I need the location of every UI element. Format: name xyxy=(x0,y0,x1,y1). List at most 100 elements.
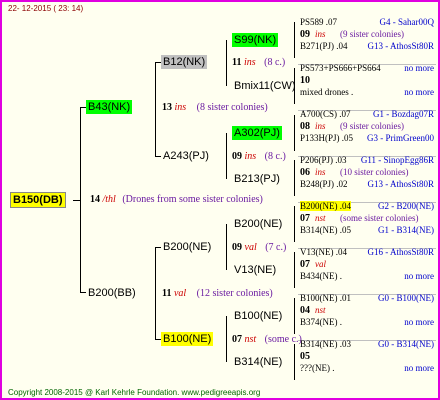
gen4-code: nst xyxy=(315,305,326,315)
line xyxy=(294,344,295,380)
gen4-dam-line[interactable]: mixed drones . xyxy=(300,87,353,97)
gen4-num: 04 xyxy=(300,305,310,316)
gen2-c-num: 09 xyxy=(232,242,242,253)
gen1-top-desc: (8 sister colonies) xyxy=(196,102,268,113)
gen4-dam-group: no more xyxy=(404,271,434,281)
gen4-sire-line[interactable]: B314(NE) .03 xyxy=(300,339,351,349)
footer-copyright: Copyright 2008-2015 @ Karl Kehrle Founda… xyxy=(8,388,261,397)
gen3-b1-id[interactable]: A302(PJ) xyxy=(232,126,282,140)
gen1-top-id[interactable]: B43(NK) xyxy=(86,100,133,114)
gen4-sire-line[interactable]: B200(NE) .04 xyxy=(300,201,351,211)
gen4-num: 10 xyxy=(300,75,310,86)
gen4-sire-line[interactable]: V13(NE) .04 xyxy=(300,247,347,257)
line xyxy=(294,22,295,58)
gen3-d2-id[interactable]: B314(NE) xyxy=(232,355,284,369)
gen3-b2-id[interactable]: B213(PJ) xyxy=(232,172,282,186)
gen2-c-id[interactable]: B200(NE) xyxy=(161,240,213,254)
date-stamp: 22- 12-2015 ( 23: 14) xyxy=(8,4,84,13)
gen4-sire-group: G16 - AthosSt80R xyxy=(367,247,434,257)
gen2-d-id[interactable]: B100(NE) xyxy=(161,332,214,346)
gen1-bottom-code: val xyxy=(173,288,187,299)
line xyxy=(294,160,295,196)
gen4-sire-line[interactable]: PS573+PS666+PS664 xyxy=(300,63,381,73)
gen4-dam-line[interactable]: B314(NE) .05 xyxy=(300,225,351,235)
gen4-sire-line[interactable]: A700(CS) .07 xyxy=(300,109,351,119)
gen4-sire-line[interactable]: PS589 .07 xyxy=(300,17,337,27)
line xyxy=(155,62,156,156)
gen1-bottom-id[interactable]: B200(BB) xyxy=(86,286,138,300)
line xyxy=(155,247,156,339)
line xyxy=(226,40,227,86)
line xyxy=(226,133,227,179)
gen4-dam-group: G1 - B314(NE) xyxy=(378,225,434,235)
gen4-sire-group: G0 - B314(NE) xyxy=(378,339,434,349)
line xyxy=(226,316,227,362)
gen2-a-id[interactable]: B12(NK) xyxy=(161,55,208,69)
gen4-code: ins xyxy=(315,121,326,131)
gen3-c2-id[interactable]: V13(NE) xyxy=(232,263,278,277)
gen2-b-info: 09 ins (8 c.) xyxy=(232,151,286,162)
gen3-a2-id[interactable]: Bmix11(CW) xyxy=(232,79,298,93)
gen2-d-code: nst xyxy=(244,334,257,345)
gen4-sire-group: G11 - SinopEgg86R xyxy=(360,155,434,165)
gen4-dam-group: no more xyxy=(404,317,434,327)
root-info: 14 /thl (Drones from some sister colonie… xyxy=(90,194,263,205)
gen4-sire-line[interactable]: B100(NE) .01 xyxy=(300,293,351,303)
root-bracket-line xyxy=(80,107,81,293)
line xyxy=(294,206,295,242)
gen2-b-desc: (8 c.) xyxy=(264,151,286,162)
gen4-code: ins xyxy=(315,29,326,39)
gen4-desc: (10 sister colonies) xyxy=(340,167,409,177)
gen2-c-code: val xyxy=(244,242,257,253)
pedigree-frame: 22- 12-2015 ( 23: 14) B150(DB) 14 /thl (… xyxy=(0,0,440,400)
gen4-dam-line[interactable]: ???(NE) . xyxy=(300,363,334,373)
root-code: /thl xyxy=(102,194,116,205)
gen4-sire-group: G4 - Sahar00Q xyxy=(379,17,435,27)
line xyxy=(294,115,295,151)
gen4-dam-line[interactable]: P133H(PJ) .05 xyxy=(300,133,353,143)
gen4-dam-group: G3 - PrimGreen00 xyxy=(367,133,434,143)
gen1-bottom-info: 11 val (12 sister colonies) xyxy=(162,288,273,299)
gen3-a1-id[interactable]: S99(NK) xyxy=(232,33,279,47)
gen4-sire-line[interactable]: P206(PJ) .03 xyxy=(300,155,347,165)
gen4-num: 07 xyxy=(300,213,310,224)
gen4-num: 08 xyxy=(300,121,310,132)
gen4-dam-line[interactable]: B271(PJ) .04 xyxy=(300,41,348,51)
gen4-dam-line[interactable]: B248(PJ) .02 xyxy=(300,179,348,189)
line xyxy=(73,200,80,201)
gen2-a-code: ins xyxy=(243,57,256,68)
gen4-code: val xyxy=(315,259,326,269)
gen4-code: nst xyxy=(315,213,326,223)
gen4-dam-line[interactable]: B434(NE) . xyxy=(300,271,342,281)
gen2-b-code: ins xyxy=(244,151,257,162)
gen2-b-id[interactable]: A243(PJ) xyxy=(161,149,211,163)
gen2-d-info: 07 nst (some c.) xyxy=(232,334,302,345)
gen1-top-code: ins xyxy=(174,102,187,113)
gen1-top-num: 13 xyxy=(162,102,172,113)
gen3-d1-id[interactable]: B100(NE) xyxy=(232,309,284,323)
gen2-a-desc: (8 c.) xyxy=(264,57,286,68)
gen4-dam-group: no more xyxy=(404,87,434,97)
gen1-bottom-num: 11 xyxy=(162,288,172,299)
gen4-dam-line[interactable]: B374(NE) . xyxy=(300,317,342,327)
gen4-sire-group: no more xyxy=(404,63,434,73)
gen4-num: 05 xyxy=(300,351,310,362)
gen3-c1-id[interactable]: B200(NE) xyxy=(232,217,284,231)
line xyxy=(294,298,295,334)
gen2-c-info: 09 val (7 c.) xyxy=(232,242,286,253)
gen4-code: ins xyxy=(315,167,326,177)
gen4-sire-group: G1 - Bozdag07R xyxy=(373,109,434,119)
gen4-sire-group: G0 - B100(NE) xyxy=(378,293,434,303)
gen2-b-num: 09 xyxy=(232,151,242,162)
gen4-dam-group: G13 - AthosSt80R xyxy=(367,179,434,189)
gen2-d-num: 07 xyxy=(232,334,242,345)
line xyxy=(226,224,227,270)
gen4-num: 07 xyxy=(300,259,310,270)
gen4-desc: (9 sister colonies) xyxy=(340,29,404,39)
root-queen-id[interactable]: B150(DB) xyxy=(10,192,66,208)
gen2-c-desc: (7 c.) xyxy=(265,242,287,253)
gen4-dam-group: G13 - AthosSt80R xyxy=(367,41,434,51)
gen1-top-info: 13 ins (8 sister colonies) xyxy=(162,102,268,113)
line xyxy=(294,252,295,288)
gen2-d-desc: (some c.) xyxy=(264,334,302,345)
